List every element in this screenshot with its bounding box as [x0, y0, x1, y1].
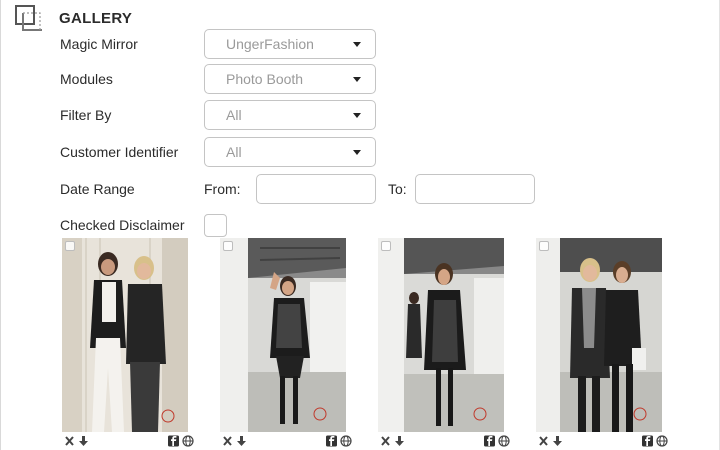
chevron-down-icon [353, 150, 361, 155]
facebook-icon[interactable] [642, 434, 653, 447]
magic-mirror-select[interactable]: UngerFashion [204, 29, 376, 59]
photo-thumbnail[interactable] [220, 238, 346, 432]
filter-by-value: All [226, 107, 242, 123]
filter-by-label: Filter By [60, 107, 112, 123]
photo-select-checkbox[interactable] [381, 241, 391, 251]
filter-by-select[interactable]: All [204, 100, 376, 130]
gallery-header: GALLERY [14, 4, 133, 32]
globe-icon[interactable] [656, 434, 668, 447]
globe-icon[interactable] [498, 434, 510, 447]
modules-value: Photo Booth [226, 71, 304, 87]
download-icon[interactable] [236, 434, 247, 446]
magic-mirror-label: Magic Mirror [60, 36, 138, 52]
customer-identifier-label: Customer Identifier [60, 144, 179, 160]
photo-thumbnail[interactable] [536, 238, 662, 432]
photo-select-checkbox[interactable] [539, 241, 549, 251]
date-from-input[interactable] [256, 174, 376, 204]
checked-disclaimer-label: Checked Disclaimer [60, 217, 185, 233]
chevron-down-icon [353, 42, 361, 47]
chevron-down-icon [353, 113, 361, 118]
facebook-icon[interactable] [326, 434, 337, 447]
chevron-down-icon [353, 77, 361, 82]
photo-actions [220, 434, 352, 448]
photo-select-checkbox[interactable] [65, 241, 75, 251]
download-icon[interactable] [78, 434, 89, 446]
globe-icon[interactable] [182, 434, 194, 447]
checked-disclaimer-checkbox[interactable] [204, 213, 227, 237]
globe-icon[interactable] [340, 434, 352, 447]
date-range-row: Date Range From: To: [60, 174, 535, 204]
customer-identifier-row: Customer Identifier All [60, 137, 376, 167]
delete-icon[interactable] [380, 434, 391, 446]
magic-mirror-row: Magic Mirror UngerFashion [60, 29, 376, 59]
modules-label: Modules [60, 71, 113, 87]
modules-select[interactable]: Photo Booth [204, 64, 376, 94]
customer-identifier-select[interactable]: All [204, 137, 376, 167]
facebook-icon[interactable] [484, 434, 495, 447]
photo-actions [378, 434, 510, 448]
photo-card [62, 238, 194, 448]
page-title: GALLERY [59, 9, 133, 27]
delete-icon[interactable] [64, 434, 75, 446]
download-icon[interactable] [552, 434, 563, 446]
photo-card [220, 238, 352, 448]
modules-row: Modules Photo Booth [60, 64, 376, 94]
date-to-input[interactable] [415, 174, 535, 204]
photo-actions [62, 434, 194, 448]
date-range-label: Date Range [60, 181, 135, 197]
checked-disclaimer-row: Checked Disclaimer [60, 210, 227, 240]
photo-actions [536, 434, 668, 448]
magic-mirror-value: UngerFashion [226, 36, 314, 52]
photo-thumbnail[interactable] [378, 238, 504, 432]
to-label: To: [388, 181, 407, 197]
facebook-icon[interactable] [168, 434, 179, 447]
delete-icon[interactable] [222, 434, 233, 446]
customer-identifier-value: All [226, 144, 242, 160]
gallery-icon [14, 4, 44, 32]
left-frame-border [0, 0, 1, 450]
download-icon[interactable] [394, 434, 405, 446]
filter-by-row: Filter By All [60, 100, 376, 130]
photo-card [536, 238, 668, 448]
photo-card [378, 238, 510, 448]
photo-select-checkbox[interactable] [223, 241, 233, 251]
from-label: From: [204, 181, 241, 197]
delete-icon[interactable] [538, 434, 549, 446]
photo-thumbnail[interactable] [62, 238, 188, 432]
